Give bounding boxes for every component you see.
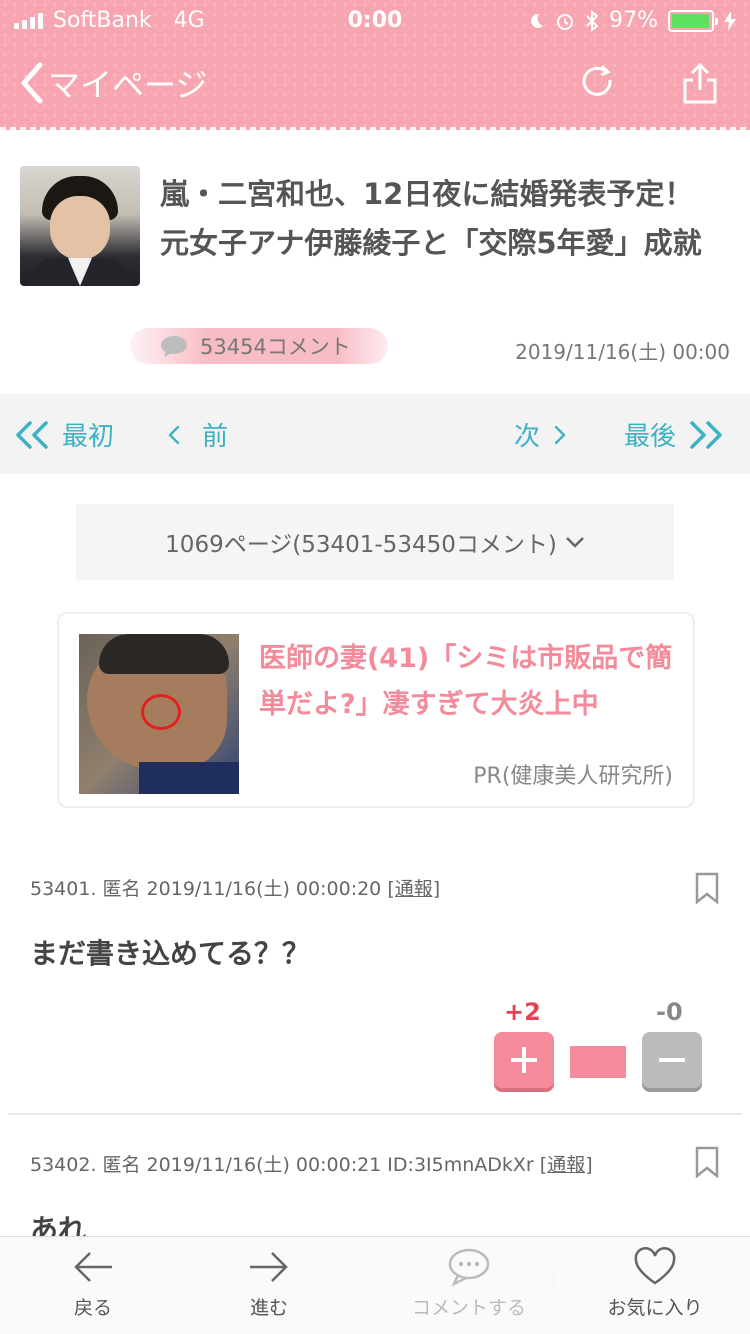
double-chevron-left-icon — [16, 420, 48, 449]
last-page-button[interactable]: 最後 — [624, 416, 724, 453]
bookmark-icon — [695, 872, 719, 905]
double-chevron-right-icon — [690, 420, 722, 449]
charging-icon — [724, 10, 736, 31]
comment-count-badge[interactable]: 53454コメント — [130, 328, 388, 364]
prev-page-button[interactable]: 前 — [166, 416, 228, 453]
bottom-toolbar: 戻る 進む コメントする お気に入り — [0, 1236, 750, 1334]
status-bar: SoftBank 4G 0:00 97% — [0, 0, 750, 40]
comment-text: まだ書き込めてる？？ — [30, 937, 311, 970]
page-select-value: 1069ページ(53401-53450コメント) — [165, 532, 557, 558]
next-page-label: 次 — [514, 422, 541, 452]
comment-item: 53401. 匿名 2019/11/16(土) 00:00:20 [通報] まだ… — [0, 870, 750, 1115]
comment-count: 53454コメント — [200, 335, 351, 359]
chevron-right-icon — [554, 425, 566, 444]
article-thumbnail — [20, 166, 140, 286]
comment-item: 53402. 匿名 2019/11/16(土) 00:00:21 ID:3I5m… — [0, 1146, 750, 1296]
ad-sponsor: PR(健康美人研究所) — [473, 764, 673, 789]
ad-title[interactable]: 医師の妻(41)「シミは市販品で簡単だよ?」凄すぎて大炎上中 — [259, 636, 679, 728]
first-page-button[interactable]: 最初 — [14, 416, 114, 453]
arrow-right-icon — [250, 1252, 288, 1282]
share-icon[interactable] — [680, 62, 720, 106]
plus-icon — [511, 1047, 537, 1073]
chevron-left-icon — [168, 425, 180, 444]
pagination-bar: 最初 前 次 最後 — [0, 394, 750, 474]
chevron-down-icon — [565, 537, 584, 548]
moon-icon — [531, 13, 544, 28]
bluetooth-icon — [586, 9, 599, 32]
nav-actions — [578, 62, 720, 106]
bookmark-icon — [695, 1146, 719, 1179]
next-page-button[interactable]: 次 — [514, 416, 576, 453]
prev-page-label: 前 — [202, 422, 229, 452]
comment-tab[interactable]: コメントする — [394, 1247, 544, 1320]
speech-bubble-icon — [161, 336, 187, 357]
article-date: 2019/11/16(土) 00:00 — [515, 340, 730, 364]
comment-tab-label: コメントする — [411, 1297, 526, 1319]
comment-meta: 53401. 匿名 2019/11/16(土) 00:00:20 [通報] — [30, 874, 440, 901]
bookmark-button[interactable] — [694, 872, 720, 908]
favorite-tab-label: お気に入り — [607, 1297, 703, 1319]
vote-ratio-bar — [570, 1046, 626, 1078]
plus-vote-button[interactable] — [494, 1032, 554, 1088]
comment-header: 53402. 匿名 2019/11/16(土) 00:00:21 ID:3I5m… — [30, 1154, 534, 1176]
plus-count: +2 — [504, 998, 541, 1026]
app-header: SoftBank 4G 0:00 97% マイページ — [0, 0, 750, 131]
arrow-left-icon — [74, 1252, 112, 1282]
first-page-label: 最初 — [62, 422, 115, 452]
ad-card[interactable]: 医師の妻(41)「シミは市販品で簡単だよ?」凄すぎて大炎上中 PR(健康美人研究… — [57, 612, 695, 808]
vote-controls: +2 -0 — [494, 998, 704, 1098]
comment-meta: 53402. 匿名 2019/11/16(土) 00:00:21 ID:3I5m… — [30, 1150, 593, 1177]
article-title[interactable]: 嵐・二宮和也、12日夜に結婚発表予定！元女子アナ伊藤綾子と「交際5年愛」成就 — [160, 170, 720, 268]
refresh-icon[interactable] — [578, 62, 618, 106]
minus-icon — [659, 1058, 685, 1062]
heart-icon — [634, 1247, 676, 1285]
status-right: 97% — [527, 8, 736, 33]
chevron-left-icon — [21, 62, 43, 104]
page-select-dropdown[interactable]: 1069ページ(53401-53450コメント) — [76, 504, 674, 580]
back-tab-label: 戻る — [73, 1297, 112, 1319]
back-tab[interactable]: 戻る — [18, 1247, 168, 1320]
speech-bubble-icon — [448, 1248, 490, 1287]
report-link[interactable]: [通報] — [540, 1154, 593, 1176]
alarm-icon — [557, 13, 574, 30]
battery-icon — [668, 9, 718, 32]
ad-image — [79, 634, 239, 794]
battery-percent: 97% — [609, 8, 658, 33]
last-page-label: 最後 — [624, 422, 677, 452]
comment-divider — [8, 1113, 742, 1115]
back-button[interactable]: マイページ — [18, 60, 207, 106]
forward-tab[interactable]: 進む — [194, 1247, 344, 1320]
favorite-tab[interactable]: お気に入り — [580, 1247, 730, 1320]
report-link[interactable]: [通報] — [387, 878, 440, 900]
back-label: マイページ — [48, 66, 208, 104]
nav-bar: マイページ — [0, 44, 750, 124]
article-header: 嵐・二宮和也、12日夜に結婚発表予定！元女子アナ伊藤綾子と「交際5年愛」成就 5… — [0, 150, 750, 390]
forward-tab-label: 進む — [249, 1297, 288, 1319]
comment-header: 53401. 匿名 2019/11/16(土) 00:00:20 — [30, 878, 382, 900]
bookmark-button[interactable] — [694, 1146, 720, 1182]
minus-count: -0 — [656, 998, 683, 1026]
minus-vote-button[interactable] — [642, 1032, 702, 1088]
